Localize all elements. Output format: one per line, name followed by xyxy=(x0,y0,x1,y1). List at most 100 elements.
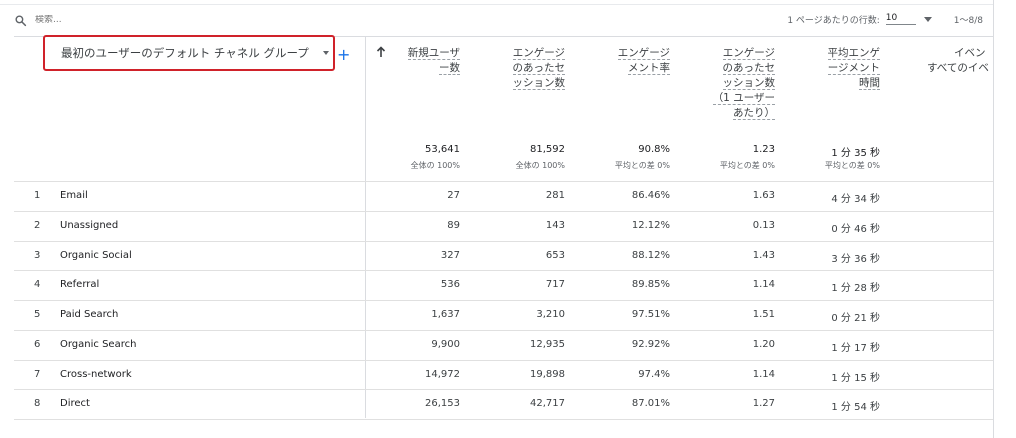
row-dimension-value: Direct xyxy=(60,398,90,409)
row-metric-value: 281 xyxy=(545,190,565,201)
row-metric-value: 1 分 17 秒 xyxy=(831,343,880,354)
metric-header-line: エンゲージ xyxy=(512,47,565,60)
row-index: 3 xyxy=(34,250,41,261)
metric-total-subtext: 全体の 100% xyxy=(410,161,460,170)
row-dimension-value: Email xyxy=(60,190,88,201)
row-metric-value: 717 xyxy=(545,279,565,290)
row-metric-value: 97.51% xyxy=(631,309,670,320)
add-dimension-icon[interactable]: + xyxy=(337,47,350,63)
page-range: 1～8/8 xyxy=(953,15,983,26)
row-metric-value: 1.51 xyxy=(752,309,775,320)
row-index: 1 xyxy=(34,190,41,201)
row-metric-value: 1 分 15 秒 xyxy=(831,373,880,384)
row-metric-value: 89 xyxy=(447,220,460,231)
metric-total: 90.8% xyxy=(638,144,670,155)
rows-per-page-label: 1 ページあたりの行数: xyxy=(787,15,880,26)
row-metric-value: 88.12% xyxy=(631,250,670,261)
metric-header-line: メント率 xyxy=(628,62,670,75)
metric-header-line: ッション数 xyxy=(722,77,775,90)
row-index: 6 xyxy=(34,339,41,350)
metric-total: 1 分 35 秒 xyxy=(831,148,880,159)
metric-header-5[interactable]: 平均エンゲージメント時間 xyxy=(790,46,880,91)
row-index: 2 xyxy=(34,220,41,231)
search-bar xyxy=(14,11,155,29)
row-metric-value: 1.27 xyxy=(752,398,775,409)
metric-header-line: （1 ユーザー xyxy=(712,92,775,105)
row-metric-value: 1.14 xyxy=(752,369,775,380)
row-metric-value: 327 xyxy=(440,250,460,261)
metric-header-4[interactable]: エンゲージ のあったセ ッション数 （1 ユーザー あたり） xyxy=(685,46,775,121)
row-metric-value: 97.4% xyxy=(638,369,670,380)
row-metric-value: 1,637 xyxy=(431,309,460,320)
row-dimension-value: Organic Social xyxy=(60,250,132,261)
metric-total-subtext: 平均との差 0% xyxy=(719,161,775,170)
metric-total: 53,641 xyxy=(425,144,460,155)
row-metric-value: 143 xyxy=(545,220,565,231)
metric-header-line: イベン xyxy=(954,47,986,59)
row-metric-value: 12,935 xyxy=(530,339,565,350)
row-metric-value: 42,717 xyxy=(530,398,565,409)
pagination: 1 ページあたりの行数: 10 1～8/8 xyxy=(787,11,983,27)
metric-header-line: ー数 xyxy=(439,62,460,75)
rows-per-page-select[interactable]: 10 xyxy=(885,13,916,25)
metric-header-line: ッション数 xyxy=(512,77,565,90)
row-dimension-value: Unassigned xyxy=(60,220,119,231)
row-metric-value: 26,153 xyxy=(425,398,460,409)
row-metric-value: 89.85% xyxy=(631,279,670,290)
row-metric-value: 1.14 xyxy=(752,279,775,290)
metric-header-line: のあったセ xyxy=(512,62,565,75)
metric-header-line: 時間 xyxy=(859,77,880,90)
dropdown-arrow-icon xyxy=(322,51,329,55)
metric-header-line: のあったセ xyxy=(722,62,775,75)
row-dimension-value: Cross-network xyxy=(60,369,132,380)
row-metric-value: 19,898 xyxy=(530,369,565,380)
metric-header-6[interactable]: イベンすべてのイベ xyxy=(927,46,993,76)
dimension-label: 最初のユーザーのデフォルト チャネル グループ xyxy=(61,46,309,60)
row-metric-value: 87.01% xyxy=(631,398,670,409)
metric-total: 81,592 xyxy=(530,144,565,155)
metric-header-line: 新規ユーザ xyxy=(407,47,460,60)
metric-header-line: すべてのイベ xyxy=(927,62,989,74)
search-input[interactable] xyxy=(35,15,155,25)
metric-total-subtext: 全体の 100% xyxy=(515,161,565,170)
metric-header-1[interactable]: 新規ユーザー数 xyxy=(370,46,460,76)
metric-total-subtext: 平均との差 0% xyxy=(614,161,670,170)
row-metric-value: 1.20 xyxy=(752,339,775,350)
row-metric-value: 1.43 xyxy=(752,250,775,261)
metric-total: 1.23 xyxy=(752,144,775,155)
top-divider xyxy=(0,4,993,5)
row-metric-value: 1 分 28 秒 xyxy=(831,283,880,294)
row-dimension-value: Paid Search xyxy=(60,309,119,320)
row-metric-value: 9,900 xyxy=(431,339,460,350)
row-index: 4 xyxy=(34,279,41,290)
row-metric-value: 653 xyxy=(545,250,565,261)
metric-header-line: ージメント xyxy=(827,62,880,75)
report-table: 1 ページあたりの行数: 10 1～8/8 最初のユーザーのデフォルト チャネル… xyxy=(0,0,993,438)
row-metric-value: 0.13 xyxy=(752,220,775,231)
metric-header-3[interactable]: エンゲージメント率 xyxy=(580,46,670,76)
row-metric-value: 92.92% xyxy=(631,339,670,350)
row-metric-value: 3,210 xyxy=(536,309,565,320)
row-index: 7 xyxy=(34,369,41,380)
row-metric-value: 1.63 xyxy=(752,190,775,201)
dimension-selector[interactable]: 最初のユーザーのデフォルト チャネル グループ xyxy=(43,35,335,71)
row-metric-value: 0 分 21 秒 xyxy=(831,313,880,324)
row-index: 5 xyxy=(34,309,41,320)
row-metric-value: 3 分 36 秒 xyxy=(831,254,880,265)
row-divider xyxy=(14,419,993,420)
search-icon xyxy=(15,14,27,26)
metric-header-line: エンゲージ xyxy=(617,47,670,60)
metric-header-line: 平均エンゲ xyxy=(827,47,880,60)
row-metric-value: 4 分 34 秒 xyxy=(831,194,880,205)
metric-header-2[interactable]: エンゲージのあったセッション数 xyxy=(475,46,565,91)
row-metric-value: 536 xyxy=(440,279,460,290)
metric-header-line: エンゲージ xyxy=(722,47,775,60)
row-metric-value: 0 分 46 秒 xyxy=(831,224,880,235)
row-index: 8 xyxy=(34,398,41,409)
chevron-down-icon[interactable] xyxy=(923,16,932,22)
row-metric-value: 14,972 xyxy=(425,369,460,380)
row-dimension-value: Organic Search xyxy=(60,339,137,350)
row-metric-value: 86.46% xyxy=(631,190,670,201)
panel-divider xyxy=(993,0,994,438)
row-dimension-value: Referral xyxy=(60,279,100,290)
